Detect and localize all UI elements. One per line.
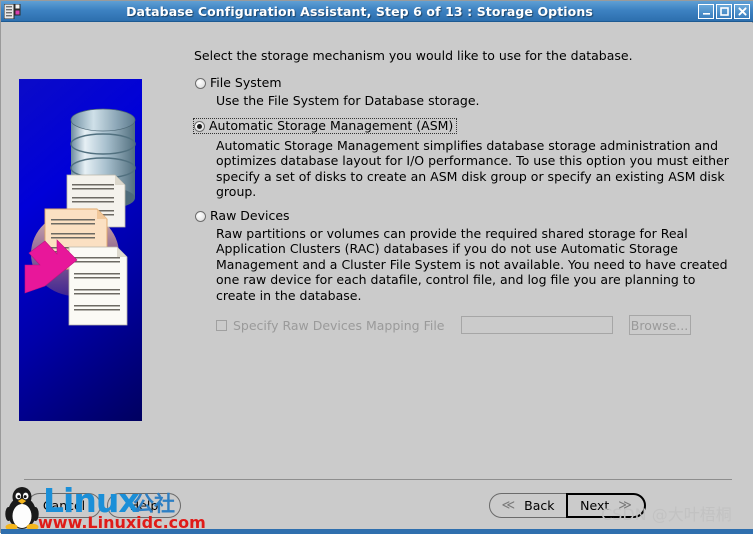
footer-separator xyxy=(24,479,732,480)
option-raw-devices: Raw Devices Raw partitions or volumes ca… xyxy=(194,208,739,335)
back-button-label: Back xyxy=(524,498,555,513)
wizard-illustration xyxy=(19,79,142,421)
instruction-text: Select the storage mechanism you would l… xyxy=(194,48,633,63)
raw-mapping-file-row: Specify Raw Devices Mapping File Browse.… xyxy=(216,315,739,335)
application-window: Database Configuration Assistant, Step 6… xyxy=(0,0,753,534)
radio-raw-devices-indicator xyxy=(195,210,206,222)
radio-file-system-label: File System xyxy=(210,75,282,90)
radio-asm-indicator xyxy=(194,120,205,132)
radio-raw-devices-label: Raw Devices xyxy=(210,207,290,223)
window-title: Database Configuration Assistant, Step 6… xyxy=(126,3,593,19)
radio-file-system-indicator xyxy=(195,78,206,89)
close-button[interactable] xyxy=(734,3,750,19)
application-icon xyxy=(3,3,21,19)
radio-asm[interactable]: Automatic Storage Management (ASM) xyxy=(193,117,458,134)
content-area: Select the storage mechanism you would l… xyxy=(2,23,753,471)
chevron-left-icon: ≪ xyxy=(501,498,516,513)
option-asm: Automatic Storage Management (ASM) Autom… xyxy=(193,117,739,200)
radio-raw-devices[interactable]: Raw Devices xyxy=(194,208,739,224)
description-asm: Automatic Storage Management simplifies … xyxy=(216,137,729,200)
title-bar[interactable]: Database Configuration Assistant, Step 6… xyxy=(1,1,753,22)
help-button-label: Help xyxy=(129,498,159,513)
desktop-taskbar-strip xyxy=(1,529,753,534)
back-button[interactable]: ≪ Back xyxy=(489,493,567,518)
navigation-buttons: ≪ Back Next ≫ xyxy=(489,493,646,518)
maximize-button[interactable] xyxy=(716,3,732,19)
browse-button[interactable]: Browse... xyxy=(628,315,691,335)
option-file-system: File System Use the File System for Data… xyxy=(194,75,739,109)
next-button[interactable]: Next ≫ xyxy=(566,493,646,518)
specify-mapping-file-checkbox[interactable] xyxy=(216,319,227,331)
radio-asm-label: Automatic Storage Management (ASM) xyxy=(209,117,454,133)
chevron-right-icon: ≫ xyxy=(618,498,632,513)
cancel-button[interactable]: Cancel xyxy=(27,493,101,518)
next-button-label: Next xyxy=(580,498,610,513)
storage-options-form: Select the storage mechanism you would l… xyxy=(193,48,739,337)
description-raw-devices: Raw partitions or volumes can provide th… xyxy=(216,225,728,303)
mapping-file-input[interactable] xyxy=(460,316,613,334)
specify-mapping-file-label: Specify Raw Devices Mapping File xyxy=(233,317,445,333)
description-file-system: Use the File System for Database storage… xyxy=(216,93,480,108)
window-controls xyxy=(698,3,750,19)
help-button[interactable]: Help xyxy=(107,493,181,518)
minimize-button[interactable] xyxy=(698,3,714,19)
radio-file-system[interactable]: File System xyxy=(194,75,739,91)
cancel-button-label: Cancel xyxy=(42,498,86,513)
footer-bar: Cancel Help ≪ Back Next ≫ xyxy=(2,471,753,529)
